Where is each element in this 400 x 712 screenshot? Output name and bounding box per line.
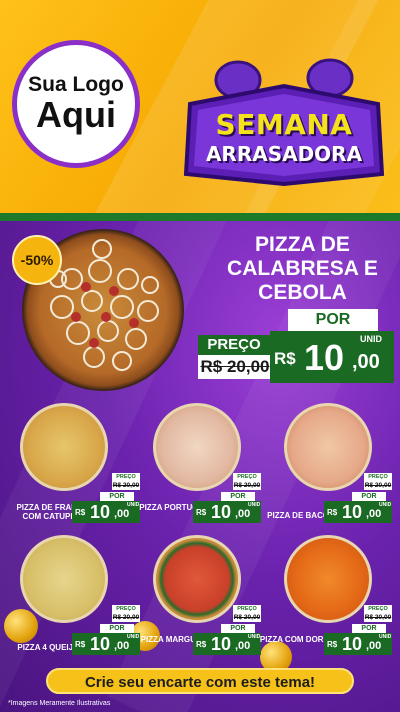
mini-new-price: R$ 10 ,00 UNID xyxy=(324,633,392,655)
mini-price-tag: PREÇO R$ 20,00 POR R$ 10 ,00 UNID xyxy=(72,605,140,657)
mini-preco: PREÇO xyxy=(233,605,261,613)
mini-preco: PREÇO xyxy=(233,473,261,481)
mini-por: POR xyxy=(221,624,255,633)
divider-band xyxy=(0,213,400,221)
price-integer: 10 xyxy=(304,337,345,378)
product-card[interactable]: PIZZA DE BACON PREÇO R$ 20,00 POR R$ 10 … xyxy=(264,399,394,539)
mini-price-tag: PREÇO R$ 20,00 POR R$ 10 ,00 UNID xyxy=(193,473,261,525)
mini-preco: PREÇO xyxy=(364,473,392,481)
hero-title-line: CALABRESA E xyxy=(227,257,378,280)
mini-price-tag: PREÇO R$ 20,00 POR R$ 10 ,00 UNID xyxy=(324,605,392,657)
mini-price-tag: PREÇO R$ 20,00 POR R$ 10 ,00 UNID xyxy=(324,473,392,525)
mini-currency: R$ xyxy=(75,508,86,517)
discount-badge: -50% xyxy=(12,235,62,285)
mini-new-price: R$ 10 ,00 UNID xyxy=(72,633,140,655)
mini-unit: UNID xyxy=(248,502,261,508)
hero-title-line: PIZZA DE xyxy=(255,233,350,256)
product-card[interactable]: PIZZA PORTUGUESA PREÇO R$ 20,00 POR R$ 1… xyxy=(135,399,265,539)
mini-preco: PREÇO xyxy=(364,605,392,613)
mini-old-price: R$ 20,00 xyxy=(233,481,261,490)
hero-title-line: CEBOLA xyxy=(258,281,347,304)
product-card[interactable]: PIZZA DE FRANGO COM CATUPIRY PREÇO R$ 20… xyxy=(8,399,140,539)
mini-integer: 10 xyxy=(211,502,232,522)
hero-price-tag: PREÇO R$ 20,00 R$ 10 ,00 UNID xyxy=(198,331,394,383)
mini-decimal: ,00 xyxy=(235,640,251,652)
preco-label: PREÇO xyxy=(198,335,270,355)
mini-new-price: R$ 10 ,00 UNID xyxy=(193,501,261,523)
main-panel: -50% PIZZA DE CALABRESA E CEBOLA POR PRE… xyxy=(0,221,400,712)
mini-por: POR xyxy=(221,492,255,501)
mini-currency: R$ xyxy=(327,640,338,649)
mini-unit: UNID xyxy=(379,502,392,508)
badge-title-line2: ARRASADORA xyxy=(205,142,363,166)
mini-old-price: R$ 20,00 xyxy=(364,613,392,622)
mini-new-price: R$ 10 ,00 UNID xyxy=(193,633,261,655)
mini-decimal: ,00 xyxy=(366,640,382,652)
price-currency: R$ xyxy=(274,349,296,368)
header-banner: Sua Logo Aqui SEMANA ARRASADORA xyxy=(0,0,400,215)
disclaimer-text: *Imagens Meramente Ilustrativas xyxy=(8,700,111,707)
mini-currency: R$ xyxy=(75,640,86,649)
mini-integer: 10 xyxy=(90,502,111,522)
mini-old-price: R$ 20,00 xyxy=(233,613,261,622)
semana-arrasadora-badge: SEMANA ARRASADORA xyxy=(180,56,388,188)
mini-integer: 10 xyxy=(342,502,363,522)
mini-old-price: R$ 20,00 xyxy=(364,481,392,490)
mini-currency: R$ xyxy=(196,640,207,649)
mini-por: POR xyxy=(100,624,134,633)
mini-decimal: ,00 xyxy=(366,508,382,520)
product-card[interactable]: PIZZA COM DORITOS PREÇO R$ 20,00 POR R$ … xyxy=(260,531,394,671)
mini-por: POR xyxy=(100,492,134,501)
price-decimal: ,00 xyxy=(352,351,380,373)
create-flyer-button[interactable]: Crie seu encarte com este tema! xyxy=(46,668,354,694)
hero-por-label: POR xyxy=(288,309,378,331)
logo-text-line2: Aqui xyxy=(36,94,116,135)
mini-integer: 10 xyxy=(211,634,232,654)
mini-decimal: ,00 xyxy=(114,640,130,652)
mini-price-tag: PREÇO R$ 20,00 POR R$ 10 ,00 UNID xyxy=(193,605,261,657)
mini-integer: 10 xyxy=(90,634,111,654)
mini-currency: R$ xyxy=(327,508,338,517)
hero-product-title: PIZZA DE CALABRESA E CEBOLA xyxy=(210,233,395,305)
old-price: R$ 20,00 xyxy=(200,357,270,376)
price-unit: UNID xyxy=(360,334,382,344)
mini-new-price: R$ 10 ,00 UNID xyxy=(72,501,140,523)
mini-currency: R$ xyxy=(196,508,207,517)
product-card[interactable]: PIZZA 4 QUEIJOS PREÇO R$ 20,00 POR R$ 10… xyxy=(8,531,140,671)
mini-unit: UNID xyxy=(379,634,392,640)
logo-text-line1: Sua Logo xyxy=(28,73,124,96)
mini-new-price: R$ 10 ,00 UNID xyxy=(324,501,392,523)
badge-title-line1: SEMANA xyxy=(215,108,353,141)
mini-integer: 10 xyxy=(342,634,363,654)
mini-por: POR xyxy=(352,624,386,633)
product-card[interactable]: PIZZA MARGUERITA PREÇO R$ 20,00 POR R$ 1… xyxy=(135,531,265,671)
logo-placeholder[interactable]: Sua Logo Aqui xyxy=(12,40,140,168)
new-price-box: R$ 10 ,00 UNID xyxy=(270,331,394,383)
mini-por: POR xyxy=(352,492,386,501)
mini-price-tag: PREÇO R$ 20,00 POR R$ 10 ,00 UNID xyxy=(72,473,140,525)
mini-decimal: ,00 xyxy=(235,508,251,520)
mini-decimal: ,00 xyxy=(114,508,130,520)
